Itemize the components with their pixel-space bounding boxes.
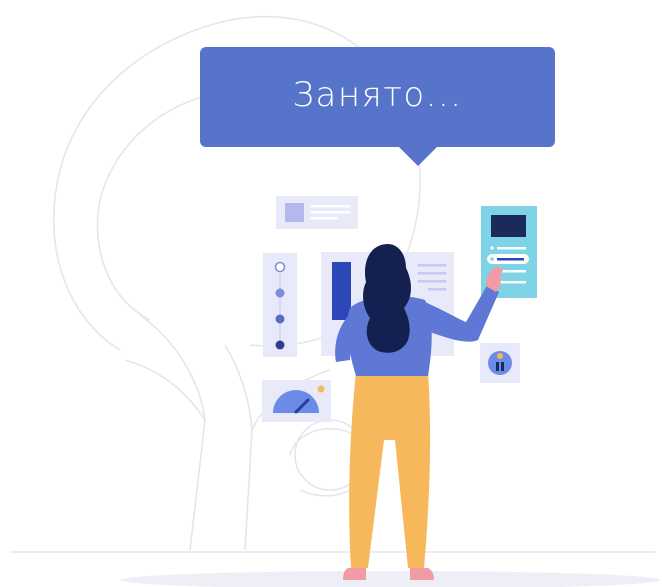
tree-branch-right [224,344,253,431]
person-shoe-left [343,568,366,580]
lightbulb-icon [497,353,503,359]
speech-bubble: Занято... [200,47,555,147]
step-dot-3 [275,314,285,324]
gauge-indicator-dot [317,385,325,393]
step-dot-4 [275,340,285,350]
tablet-screen [491,215,526,237]
card-image-text [276,196,358,229]
busy-illustration: Занято... [0,0,662,587]
tree-trunk-left [139,314,206,551]
step-dot-2 [275,288,285,298]
person-hair [363,244,411,353]
person-pants [349,372,431,568]
ground-shadow [120,571,660,587]
card-lightbulb [480,343,520,383]
center-panel-bar [332,262,351,320]
card-gauge [262,380,331,422]
card-stepper [263,253,297,357]
tree-branch-left [124,359,206,421]
card-thumbnail [285,203,304,222]
step-dot-1 [274,261,286,273]
busy-message: Занято... [292,75,463,115]
speech-bubble-tail [398,146,438,166]
person-shoe-right [410,568,434,580]
